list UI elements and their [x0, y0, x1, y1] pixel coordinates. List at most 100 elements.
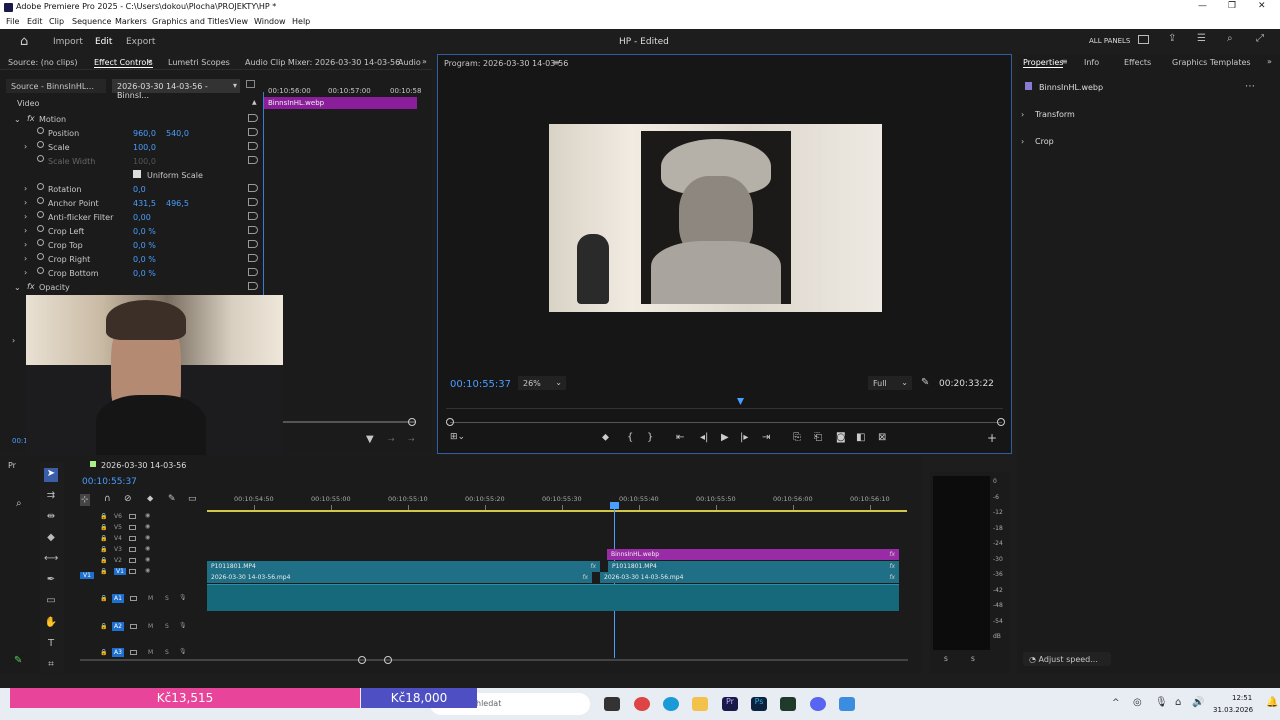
- more-tabs-icon[interactable]: »: [1267, 57, 1272, 66]
- reset-icon[interactable]: [248, 142, 258, 150]
- tab-menu-icon[interactable]: ≡: [146, 57, 153, 66]
- stopwatch-icon[interactable]: [37, 183, 44, 190]
- tab-audio[interactable]: Audio: [398, 58, 421, 67]
- tab-effects[interactable]: Effects: [1124, 58, 1151, 67]
- sync-icon[interactable]: [130, 624, 137, 629]
- close-button[interactable]: ✕: [1258, 1, 1266, 11]
- stopwatch-icon[interactable]: [37, 211, 44, 218]
- app-icon-green[interactable]: [780, 697, 796, 711]
- track-header-V1[interactable]: 🔒 V1 ◉: [80, 567, 207, 578]
- eye-icon[interactable]: ◉: [145, 567, 150, 574]
- clock-date[interactable]: 31.03.2026: [1213, 706, 1253, 714]
- clip-webp[interactable]: BinnsInHL.webp fx: [607, 549, 899, 560]
- fx-badge[interactable]: fx: [889, 561, 895, 572]
- camera-icon[interactable]: ◙: [836, 432, 846, 443]
- prop-row-10[interactable]: › Crop Bottom 0,0 %: [0, 266, 262, 280]
- lock-icon[interactable]: 🔒: [100, 524, 107, 531]
- sync-icon[interactable]: [129, 547, 136, 552]
- prop-row-2[interactable]: Scale Width 100,0: [0, 154, 262, 168]
- marker-icon[interactable]: ⬥: [147, 494, 153, 504]
- home-icon[interactable]: ⌂: [20, 34, 28, 49]
- sync-icon[interactable]: [130, 596, 137, 601]
- playhead-handle[interactable]: [610, 502, 619, 509]
- all-panels-button[interactable]: ALL PANELS: [1089, 37, 1130, 45]
- timeline-timecode[interactable]: 00:10:55:37: [82, 477, 137, 487]
- toggle-timeline-icon[interactable]: [246, 80, 255, 88]
- scroll-handle-left[interactable]: [446, 418, 454, 426]
- minimize-button[interactable]: —: [1198, 1, 1207, 11]
- menu-markers[interactable]: Markers: [115, 17, 147, 26]
- checkbox-icon[interactable]: [133, 170, 141, 178]
- solo-button[interactable]: S: [165, 649, 169, 656]
- premiere-taskbar-icon[interactable]: Pr: [722, 697, 738, 711]
- caption-tool-icon[interactable]: ⌗: [44, 659, 58, 673]
- prop-value-1[interactable]: 431,5: [133, 199, 156, 208]
- sync-icon[interactable]: [129, 525, 136, 530]
- scroll-handle-right[interactable]: [997, 418, 1005, 426]
- more-options-icon[interactable]: ⋯: [1245, 81, 1255, 92]
- clock-time[interactable]: 12:51: [1232, 694, 1252, 702]
- zoom-select[interactable]: 26% ⌄: [518, 376, 566, 390]
- extract-icon[interactable]: ⎗: [814, 432, 822, 443]
- fx-badge[interactable]: fx: [889, 549, 895, 560]
- prop-row-6[interactable]: › Anti-flicker Filter 0,00: [0, 210, 262, 224]
- chevron-right-icon[interactable]: ›: [24, 198, 27, 207]
- prop-value-1[interactable]: 100,0: [133, 143, 156, 152]
- chevron-right-icon[interactable]: ›: [1021, 110, 1024, 119]
- tray-arrow-icon[interactable]: ^: [1112, 698, 1120, 708]
- menu-clip[interactable]: Clip: [49, 17, 64, 26]
- solo-left[interactable]: S: [944, 656, 948, 663]
- mark-in-icon[interactable]: {: [627, 432, 633, 443]
- prop-value-1[interactable]: 0,0 %: [133, 255, 156, 264]
- step-back-icon[interactable]: ◂|: [700, 432, 708, 443]
- fullscreen-icon[interactable]: ⤢: [1256, 33, 1264, 44]
- track-label[interactable]: A3: [112, 648, 124, 657]
- compare-icon[interactable]: ◧: [856, 432, 865, 443]
- reset-icon[interactable]: [248, 156, 258, 164]
- fx-badge[interactable]: fx: [590, 561, 596, 572]
- track-header-V4[interactable]: 🔒 V4 ◉: [80, 534, 207, 545]
- pen-icon[interactable]: ✒: [44, 574, 58, 588]
- fx-badge[interactable]: fx: [889, 572, 895, 583]
- tab-source[interactable]: Source: (no clips): [8, 58, 78, 67]
- reset-icon[interactable]: [248, 184, 258, 192]
- eye-icon[interactable]: ◉: [145, 556, 150, 563]
- source-clip-tab[interactable]: Source - BinnsInHL...: [6, 79, 106, 93]
- reset-icon[interactable]: [248, 240, 258, 248]
- eye-icon[interactable]: ◉: [145, 534, 150, 541]
- chevron-right-icon[interactable]: ›: [1021, 137, 1024, 146]
- prop-value-1[interactable]: 0,0 %: [133, 227, 156, 236]
- safe-margins-icon[interactable]: ⊞⌄: [450, 432, 465, 442]
- motion-row[interactable]: ⌄ fx Motion: [0, 112, 262, 126]
- sequence-clip-tab[interactable]: 2026-03-30 14-03-56 - BinnsI...: [112, 79, 240, 100]
- file-explorer-icon[interactable]: [692, 697, 708, 711]
- lock-icon[interactable]: 🔒: [100, 557, 107, 564]
- track-label[interactable]: V1: [114, 568, 126, 575]
- photoshop-icon[interactable]: Ps: [751, 697, 767, 711]
- prop-row-1[interactable]: › Scale 100,0: [0, 140, 262, 154]
- microphone-icon[interactable]: 🎙: [1155, 697, 1168, 708]
- stopwatch-icon[interactable]: [37, 253, 44, 260]
- export-frame-icon[interactable]: ⇢: [388, 435, 395, 444]
- reset-icon[interactable]: [248, 198, 258, 206]
- tab-properties[interactable]: Properties: [1023, 58, 1064, 68]
- track-label[interactable]: A1: [112, 594, 124, 603]
- audio-clip-a1[interactable]: [207, 584, 899, 611]
- clip-mp4-a[interactable]: P1011801.MP4 fx: [207, 561, 600, 572]
- track-label[interactable]: V5: [114, 524, 122, 531]
- menu-window[interactable]: Window: [254, 17, 286, 26]
- opacity-row[interactable]: ⌄ fx Opacity: [0, 280, 262, 294]
- pencil-icon[interactable]: ✎: [14, 655, 22, 666]
- eye-icon[interactable]: ◉: [145, 523, 150, 530]
- clip-seq-a[interactable]: 2026-03-30 14-03-56.mp4 fx: [207, 572, 592, 583]
- filter-icon[interactable]: ▼: [366, 434, 374, 445]
- multicam-icon[interactable]: ⊠: [878, 432, 886, 443]
- fx-badge[interactable]: fx: [582, 572, 588, 583]
- sequence-tab[interactable]: 2026-03-30 14-03-56: [101, 461, 186, 470]
- type-tool-icon[interactable]: T: [44, 638, 58, 652]
- solo-right[interactable]: S: [971, 656, 975, 663]
- tab-effect-controls[interactable]: Effect Controls: [94, 58, 153, 68]
- solo-button[interactable]: S: [165, 623, 169, 630]
- discord-icon[interactable]: [810, 697, 826, 711]
- stopwatch-icon[interactable]: [37, 141, 44, 148]
